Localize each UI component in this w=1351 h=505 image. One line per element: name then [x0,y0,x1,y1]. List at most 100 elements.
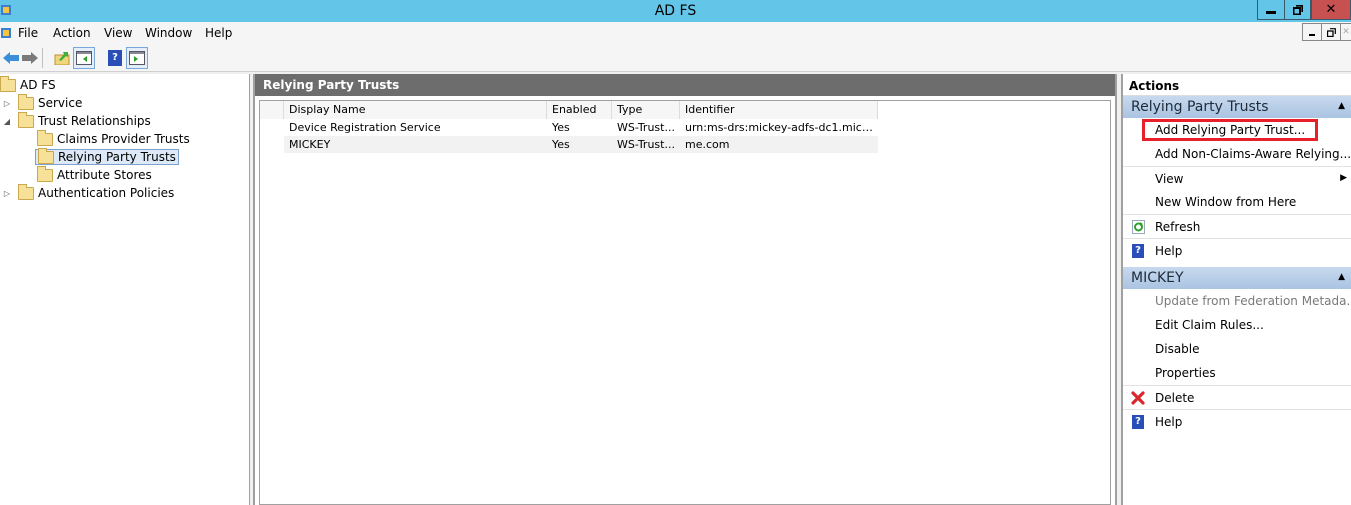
tree-item-label: Relying Party Trusts [58,150,176,164]
tree-item-ad-fs[interactable]: AD FS [0,75,56,94]
results-pane-title: Relying Party Trusts [255,74,1115,96]
tree-item-label: Claims Provider Trusts [57,132,190,146]
action-label: Properties [1155,366,1216,380]
action-label: Add Relying Party Trust... [1155,123,1306,137]
title-bar: AD FS ✕ [0,0,1351,22]
list-header: Display Name Enabled Type Identifier [260,101,878,119]
minimize-button[interactable] [1257,0,1285,20]
action-disable[interactable]: Disable [1123,337,1351,361]
child-restore-button[interactable] [1321,23,1341,41]
actions-title: Actions [1123,74,1351,96]
child-close-button[interactable]: ✕ [1340,23,1351,41]
menu-action[interactable]: Action [53,26,91,40]
close-button[interactable]: ✕ [1311,0,1351,20]
collapse-section-icon[interactable]: ▲ [1338,101,1345,111]
column-header-type[interactable]: Type [612,101,680,119]
action-new-window[interactable]: New Window from Here [1123,190,1351,214]
table-row[interactable]: MICKEY Yes WS-Trust... me.com [284,136,878,153]
cell-display-name: MICKEY [289,138,331,151]
action-view[interactable]: View ▶ [1123,166,1351,190]
folder-icon [37,165,53,182]
toolbar: ? [0,44,1351,72]
folder-icon [18,111,34,128]
tree-item-claims-provider-trusts[interactable]: Claims Provider Trusts [37,129,190,148]
action-label: New Window from Here [1155,195,1297,209]
column-header-enabled[interactable]: Enabled [547,101,612,119]
collapse-icon[interactable]: ◢ [2,117,12,126]
column-header-display-name[interactable]: Display Name [284,101,547,119]
menu-window[interactable]: Window [145,26,192,40]
cell-type: WS-Trust... [617,138,675,151]
cell-identifier: urn:ms-drs:mickey-adfs-dc1.mickeyadf... [685,121,878,134]
action-update-from-federation-metadata: Update from Federation Metada... [1123,289,1351,313]
tree-item-label: Authentication Policies [38,186,175,200]
back-icon [3,52,19,64]
help-icon: ? [1132,415,1144,429]
tree-item-authentication-policies[interactable]: ▷ Authentication Policies [2,183,175,202]
action-label: Update from Federation Metada... [1155,294,1351,308]
tree-item-trust-relationships[interactable]: ◢ Trust Relationships [2,111,151,130]
minimize-icon [1266,11,1276,14]
actions-section-mickey[interactable]: MICKEY ▲ [1123,267,1351,289]
tree-item-label: Attribute Stores [57,168,152,182]
action-label: Refresh [1155,219,1201,234]
child-minimize-button[interactable] [1302,23,1322,41]
window-title: AD FS [654,3,697,19]
minimize-icon [1309,34,1315,36]
forward-button[interactable] [19,47,41,69]
help-icon: ? [108,50,122,66]
help-icon-wrap: ? [1131,244,1145,258]
up-one-level-button[interactable] [51,47,73,69]
column-header-identifier[interactable]: Identifier [680,101,878,119]
action-label: Edit Claim Rules... [1155,318,1264,332]
action-label: View [1155,171,1184,186]
action-label: Help [1155,243,1183,258]
column-spacer [260,101,284,119]
help-button[interactable]: ? [104,47,126,69]
mmc-icon[interactable] [0,26,12,43]
action-add-relying-party-trust[interactable]: Add Relying Party Trust... [1123,118,1351,142]
cell-enabled: Yes [552,121,570,134]
cell-type: WS-Trust... [617,121,675,134]
action-help[interactable]: ? Help [1123,238,1351,262]
restore-icon [1292,4,1303,15]
table-row[interactable]: Device Registration Service Yes WS-Trust… [284,119,878,136]
collapse-section-icon[interactable]: ▲ [1338,272,1345,282]
restore-button[interactable] [1284,0,1311,20]
action-edit-claim-rules[interactable]: Edit Claim Rules... [1123,313,1351,337]
folder-icon [18,183,34,200]
action-add-non-claims-aware[interactable]: Add Non-Claims-Aware Relying... [1123,142,1351,166]
action-help[interactable]: ? Help [1123,409,1351,433]
section-title: Relying Party Trusts [1131,99,1269,115]
expand-icon[interactable]: ▷ [2,189,12,198]
forward-icon [22,52,38,64]
actions-section-relying-party-trusts[interactable]: Relying Party Trusts ▲ [1123,96,1351,118]
help-icon: ? [1132,244,1144,258]
delete-icon [1131,391,1145,405]
close-icon: ✕ [1325,2,1337,17]
relying-party-list: Display Name Enabled Type Identifier Dev… [259,100,1111,505]
menu-file[interactable]: File [18,26,38,40]
cell-display-name: Device Registration Service [289,121,441,134]
tree-item-selection: Relying Party Trusts [35,147,179,165]
folder-icon [38,147,54,164]
expand-icon[interactable]: ▷ [2,99,12,108]
tree-item-label: Service [38,96,83,110]
action-properties[interactable]: Properties [1123,361,1351,385]
tree-item-service[interactable]: ▷ Service [2,93,83,112]
menu-bar: File Action View Window Help ✕ [0,22,1351,44]
show-hide-action-pane-button[interactable] [126,47,148,69]
tree-item-label: AD FS [20,78,56,92]
action-delete[interactable]: Delete [1123,385,1351,409]
action-refresh[interactable]: Refresh [1123,214,1351,238]
tree-item-attribute-stores[interactable]: Attribute Stores [37,165,152,184]
action-label: Add Non-Claims-Aware Relying... [1155,147,1351,161]
tree-item-relying-party-trusts[interactable]: Relying Party Trusts [35,147,179,166]
tree-item-label: Trust Relationships [38,114,151,128]
show-hide-console-tree-button[interactable] [73,47,95,69]
menu-view[interactable]: View [104,26,132,40]
results-pane: Relying Party Trusts Display Name Enable… [253,74,1117,505]
show-hide-console-tree-icon [76,51,92,65]
menu-help[interactable]: Help [205,26,232,40]
restore-icon [1326,27,1336,37]
